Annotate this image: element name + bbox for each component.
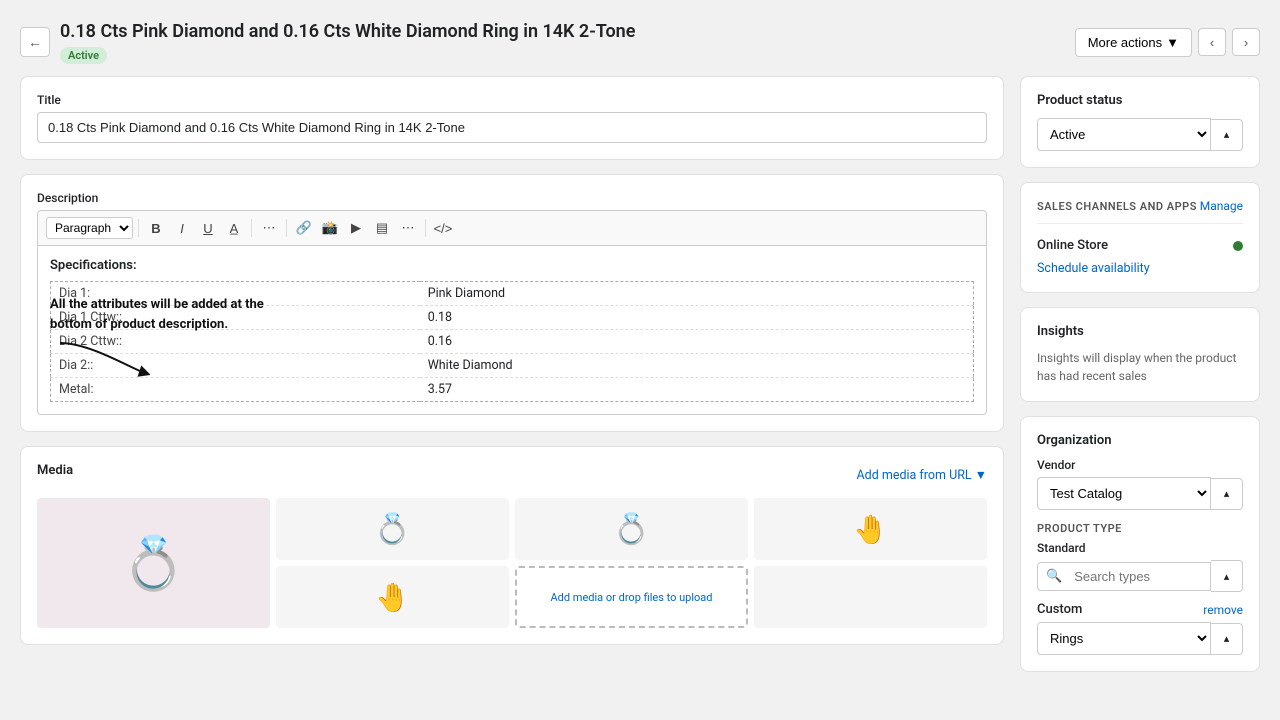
specs-value: Pink Diamond bbox=[420, 282, 974, 306]
online-store-label: Online Store bbox=[1037, 238, 1108, 253]
underline-button[interactable]: U bbox=[196, 216, 220, 240]
add-media-drop-area[interactable]: Add media or drop files to upload bbox=[515, 566, 748, 628]
media-item-4[interactable]: 🤚 bbox=[754, 498, 987, 560]
product-status-card: Product status Active ▴ bbox=[1020, 76, 1260, 168]
add-media-url-link[interactable]: Add media from URL ▼ bbox=[857, 468, 988, 483]
sales-channels-body: Online Store Schedule availability bbox=[1037, 223, 1243, 276]
link-button[interactable]: 🔗 bbox=[292, 216, 316, 240]
right-column: Product status Active ▴ SALES CHANNELS A… bbox=[1020, 76, 1260, 672]
next-nav-button[interactable]: › bbox=[1232, 28, 1260, 56]
organization-title: Organization bbox=[1037, 433, 1243, 448]
bold-button[interactable]: B bbox=[144, 216, 168, 240]
insights-body: Insights will display when the product h… bbox=[1037, 349, 1243, 385]
more-actions-label: More actions bbox=[1088, 35, 1162, 50]
specs-value: White Diamond bbox=[420, 354, 974, 378]
description-field-label: Description bbox=[37, 191, 987, 205]
standard-input-row: 🔍 ▴ bbox=[1037, 560, 1243, 592]
rings-select-arrow[interactable]: ▴ bbox=[1211, 623, 1243, 655]
media-item-main[interactable]: 💍 bbox=[37, 498, 270, 628]
search-select-arrow[interactable]: ▴ bbox=[1211, 560, 1243, 592]
chevron-down-icon: ▼ bbox=[1166, 35, 1179, 50]
title-area: 0.18 Cts Pink Diamond and 0.16 Cts White… bbox=[60, 20, 1065, 64]
sales-channels-card: SALES CHANNELS AND APPS Manage Online St… bbox=[1020, 182, 1260, 293]
rings-select-row: Rings ▴ bbox=[1037, 622, 1243, 655]
chevron-down-icon: ▼ bbox=[975, 468, 987, 483]
paragraph-select[interactable]: Paragraph bbox=[46, 217, 133, 239]
vendor-select-arrow[interactable]: ▴ bbox=[1211, 478, 1243, 510]
header-actions: More actions ▼ ‹ › bbox=[1075, 28, 1260, 57]
sales-channels-header: SALES CHANNELS AND APPS Manage bbox=[1037, 199, 1243, 213]
remove-link[interactable]: remove bbox=[1203, 603, 1243, 617]
description-toolbar: Paragraph B I U A̲ ⋯ 🔗 📸 ▶ ▤ ⋯ </ bbox=[37, 210, 987, 246]
annotation-text: All the attributes will be added at the … bbox=[50, 295, 290, 334]
active-indicator bbox=[1233, 241, 1243, 251]
toolbar-divider-2 bbox=[251, 219, 252, 237]
toolbar-divider-1 bbox=[138, 219, 139, 237]
organization-card: Organization Vendor Test Catalog ▴ PRODU… bbox=[1020, 416, 1260, 672]
status-select-row: Active ▴ bbox=[1037, 118, 1243, 151]
page-header: ← 0.18 Cts Pink Diamond and 0.16 Cts Whi… bbox=[0, 20, 1280, 76]
toolbar-divider-3 bbox=[286, 219, 287, 237]
title-field-label: Title bbox=[37, 93, 987, 107]
add-media-drop-label: Add media or drop files to upload bbox=[551, 590, 713, 605]
align-button[interactable]: ⋯ bbox=[257, 216, 281, 240]
table-button[interactable]: ▤ bbox=[370, 216, 394, 240]
media-card-header: Media Add media from URL ▼ bbox=[37, 463, 987, 488]
media-item-5[interactable]: 🤚 bbox=[276, 566, 509, 628]
annotation-arrow bbox=[50, 338, 150, 378]
online-store-row: Online Store bbox=[1037, 232, 1243, 259]
search-icon: 🔍 bbox=[1038, 563, 1070, 590]
custom-row: Custom remove bbox=[1037, 602, 1243, 617]
vendor-select-row: Test Catalog ▴ bbox=[1037, 477, 1243, 510]
insights-card: Insights Insights will display when the … bbox=[1020, 307, 1260, 402]
manage-link[interactable]: Manage bbox=[1200, 199, 1243, 213]
specs-title: Specifications: bbox=[50, 258, 974, 273]
media-card: Media Add media from URL ▼ 💍 💍 bbox=[20, 446, 1004, 645]
specs-value: 0.18 bbox=[420, 306, 974, 330]
media-item-3[interactable]: 💍 bbox=[515, 498, 748, 560]
back-button[interactable]: ← bbox=[20, 27, 50, 57]
product-type-label: PRODUCT TYPE bbox=[1037, 522, 1243, 535]
toolbar-divider-4 bbox=[425, 219, 426, 237]
more-button[interactable]: ⋯ bbox=[396, 216, 420, 240]
search-input-container: 🔍 bbox=[1037, 562, 1211, 591]
video-button[interactable]: ▶ bbox=[344, 216, 368, 240]
specs-value: 3.57 bbox=[420, 378, 974, 402]
schedule-availability-link[interactable]: Schedule availability bbox=[1037, 261, 1243, 276]
italic-button[interactable]: I bbox=[170, 216, 194, 240]
prev-nav-button[interactable]: ‹ bbox=[1198, 28, 1226, 56]
vendor-field: Vendor Test Catalog ▴ bbox=[1037, 458, 1243, 510]
status-badge: Active bbox=[60, 47, 107, 64]
title-input[interactable] bbox=[37, 112, 987, 143]
rings-select[interactable]: Rings bbox=[1037, 622, 1211, 655]
standard-label: Standard bbox=[1037, 541, 1243, 555]
search-types-input[interactable] bbox=[1070, 563, 1211, 590]
custom-label: Custom bbox=[1037, 602, 1082, 617]
sales-channels-title: SALES CHANNELS AND APPS bbox=[1037, 200, 1197, 213]
source-button[interactable]: </> bbox=[431, 216, 455, 240]
media-item-2[interactable]: 💍 bbox=[276, 498, 509, 560]
image-button[interactable]: 📸 bbox=[318, 216, 342, 240]
status-select[interactable]: Active bbox=[1037, 118, 1211, 151]
more-actions-button[interactable]: More actions ▼ bbox=[1075, 28, 1192, 57]
specs-value: 0.16 bbox=[420, 330, 974, 354]
insights-title: Insights bbox=[1037, 324, 1243, 339]
title-card: Title bbox=[20, 76, 1004, 160]
annotation: All the attributes will be added at the … bbox=[50, 295, 290, 382]
font-color-button[interactable]: A̲ bbox=[222, 216, 246, 240]
status-select-arrow[interactable]: ▴ bbox=[1211, 119, 1243, 151]
page-title: 0.18 Cts Pink Diamond and 0.16 Cts White… bbox=[60, 20, 1065, 43]
media-title: Media bbox=[37, 463, 73, 478]
product-status-title: Product status bbox=[1037, 93, 1243, 108]
media-grid: 💍 💍 💍 🤚 🤚 bbox=[37, 498, 987, 628]
vendor-select[interactable]: Test Catalog bbox=[1037, 477, 1211, 510]
vendor-label: Vendor bbox=[1037, 458, 1243, 472]
media-item-empty bbox=[754, 566, 987, 628]
